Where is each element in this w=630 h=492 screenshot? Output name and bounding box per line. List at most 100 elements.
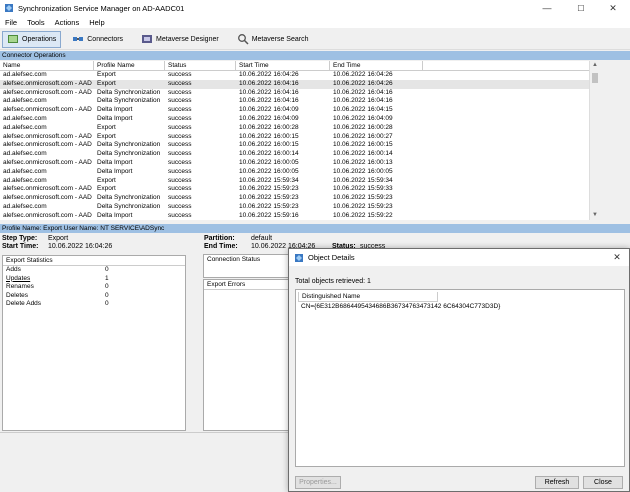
cell-status: success [168, 176, 192, 184]
cell-name: ad.alefsec.com [3, 114, 47, 122]
table-row[interactable]: alefsec.onmicrosoft.com - AAD Delta Synch… [0, 141, 599, 150]
cell-status: success [168, 88, 192, 96]
grid-scrollbar[interactable]: ▲ ▼ [589, 61, 599, 220]
close-button[interactable]: ✕ [596, 0, 630, 16]
table-row[interactable]: ad.alefsec.com Export success 10.06.2022 15… [0, 177, 599, 186]
refresh-button[interactable]: Refresh [535, 476, 579, 489]
table-row[interactable]: alefsec.onmicrosoft.com - AAD Delta Impor… [0, 106, 599, 115]
total-objects-text: Total objects retrieved: 1 [295, 278, 371, 285]
connectors-label: Connectors [87, 35, 124, 43]
cell-name: ad.alefsec.com [3, 150, 47, 158]
cell-profile-name: Export [97, 123, 116, 131]
table-row[interactable]: alefsec.onmicrosoft.com - AAD Delta Synch… [0, 89, 599, 98]
table-row[interactable]: ad.alefsec.com Export success 10.06.2022 16… [0, 71, 599, 80]
cell-name: ad.alefsec.com [3, 176, 47, 184]
stat-row: Adds 0 [3, 266, 185, 275]
col-profile-name[interactable]: Profile Name [94, 61, 165, 70]
cell-profile-name: Delta Import [97, 211, 133, 219]
cell-name: alefsec.onmicrosoft.com - AAD [3, 106, 92, 114]
metaverse-search-button[interactable]: Metaverse Search [232, 31, 314, 48]
table-row[interactable]: ad.alefsec.com Delta Import success 10.06.2… [0, 168, 599, 177]
cell-start-time: 10.06.2022 16:00:05 [239, 158, 299, 166]
dialog-title-bar: Object Details [289, 249, 629, 266]
start-time-value: 10.06.2022 16:04:26 [48, 243, 113, 250]
profile-bar: Profile Name: Export User Name: NT SERVI… [0, 224, 630, 233]
cell-profile-name: Delta Import [97, 167, 133, 175]
cell-status: success [168, 202, 192, 210]
col-status[interactable]: Status [165, 61, 236, 70]
object-row[interactable]: CN={6E312B6864495434686B36734763473142 6… [296, 302, 624, 312]
table-row[interactable]: ad.alefsec.com Delta Synchronization succe… [0, 97, 599, 106]
table-row[interactable]: alefsec.onmicrosoft.com - AAD Export succe… [0, 133, 599, 142]
scroll-up-icon[interactable]: ▲ [590, 61, 600, 70]
cell-name: ad.alefsec.com [3, 202, 47, 210]
table-row[interactable]: alefsec.onmicrosoft.com - AAD Delta Synch… [0, 194, 599, 203]
operations-grid: Name Profile Name Status Start Time End … [0, 61, 599, 220]
stat-row: Renames 0 [3, 283, 185, 292]
cell-profile-name: Export [97, 132, 116, 140]
cell-profile-name: Delta Import [97, 158, 133, 166]
cell-name: alefsec.onmicrosoft.com - AAD [3, 185, 92, 193]
object-details-dialog: Object Details ✕ Total objects retrieved… [288, 248, 630, 492]
export-statistics-list: Adds 0 Updates 1 Renames 0 Deletes 0 Delete Adds… [3, 266, 185, 309]
maximize-button[interactable]: ☐ [564, 0, 598, 16]
cell-end-time: 10.06.2022 16:00:14 [333, 150, 393, 158]
cell-end-time: 10.06.2022 15:59:23 [333, 194, 393, 202]
table-row[interactable]: alefsec.onmicrosoft.com - AAD Delta Impor… [0, 159, 599, 168]
cell-end-time: 10.06.2022 16:00:28 [333, 123, 393, 131]
dialog-close-icon[interactable]: ✕ [609, 251, 625, 264]
start-time-row: Start Time: [2, 243, 38, 250]
cell-name: ad.alefsec.com [3, 97, 47, 105]
metaverse-designer-button[interactable]: Metaverse Designer [136, 31, 224, 48]
connectors-button[interactable]: Connectors [67, 31, 128, 48]
menu-file[interactable]: File [0, 18, 22, 27]
menu-tools[interactable]: Tools [22, 18, 50, 27]
menu-help[interactable]: Help [84, 18, 109, 27]
distinguished-name-header[interactable]: Distinguished Name [298, 292, 438, 302]
table-row[interactable]: alefsec.onmicrosoft.com - AAD Delta Impor… [0, 212, 599, 220]
table-row[interactable]: ad.alefsec.com Delta Synchronization succe… [0, 150, 599, 159]
operations-button[interactable]: Operations [2, 30, 62, 48]
app-icon [5, 4, 13, 12]
toolbar: Operations Connectors Metaverse Designer… [0, 29, 630, 50]
menu-actions[interactable]: Actions [50, 18, 85, 27]
properties-button[interactable]: Properties... [295, 476, 341, 489]
dialog-close-button[interactable]: Close [583, 476, 623, 489]
stat-row: Updates 1 [3, 275, 185, 284]
cell-end-time: 10.06.2022 15:59:33 [333, 185, 393, 193]
cell-profile-name: Export [97, 176, 116, 184]
stat-label: Renames [6, 283, 34, 291]
metaverse-search-icon [237, 34, 249, 45]
cell-end-time: 10.06.2022 16:04:26 [333, 71, 393, 78]
col-end-time[interactable]: End Time [330, 61, 423, 70]
partition-row: Partition: [204, 235, 235, 242]
table-row[interactable]: alefsec.onmicrosoft.com - AAD Export succe… [0, 79, 599, 89]
stat-row: Deletes 0 [3, 292, 185, 301]
cell-profile-name: Delta Synchronization [97, 150, 161, 158]
stat-label[interactable]: Updates [3, 275, 105, 284]
cell-start-time: 10.06.2022 15:59:23 [239, 185, 299, 193]
cell-name: ad.alefsec.com [3, 123, 47, 131]
cell-name: alefsec.onmicrosoft.com - AAD [3, 141, 92, 149]
table-row[interactable]: ad.alefsec.com Delta Synchronization succe… [0, 203, 599, 212]
table-row[interactable]: alefsec.onmicrosoft.com - AAD Export succe… [0, 185, 599, 194]
stat-row: Delete Adds 0 [3, 300, 185, 309]
table-row[interactable]: ad.alefsec.com Export success 10.06.2022 16… [0, 124, 599, 133]
cell-profile-name: Delta Import [97, 114, 133, 122]
cell-profile-name: Delta Synchronization [97, 202, 161, 210]
scroll-down-icon[interactable]: ▼ [590, 211, 600, 220]
cell-status: success [168, 132, 192, 140]
cell-end-time: 10.06.2022 16:04:16 [333, 88, 393, 96]
cell-start-time: 10.06.2022 15:59:34 [239, 176, 299, 184]
minimize-button[interactable]: — [530, 0, 564, 16]
cell-start-time: 10.06.2022 16:00:14 [239, 150, 299, 158]
cell-start-time: 10.06.2022 16:04:16 [239, 79, 299, 87]
cell-profile-name: Export [97, 185, 116, 193]
table-row[interactable]: ad.alefsec.com Delta Import success 10.06.2… [0, 115, 599, 124]
col-name[interactable]: Name [0, 61, 94, 70]
cell-start-time: 10.06.2022 16:00:05 [239, 167, 299, 175]
end-time-row: End Time: [204, 243, 238, 250]
scroll-thumb[interactable] [592, 73, 598, 83]
metaverse-designer-icon [142, 35, 153, 43]
col-start-time[interactable]: Start Time [236, 61, 330, 70]
